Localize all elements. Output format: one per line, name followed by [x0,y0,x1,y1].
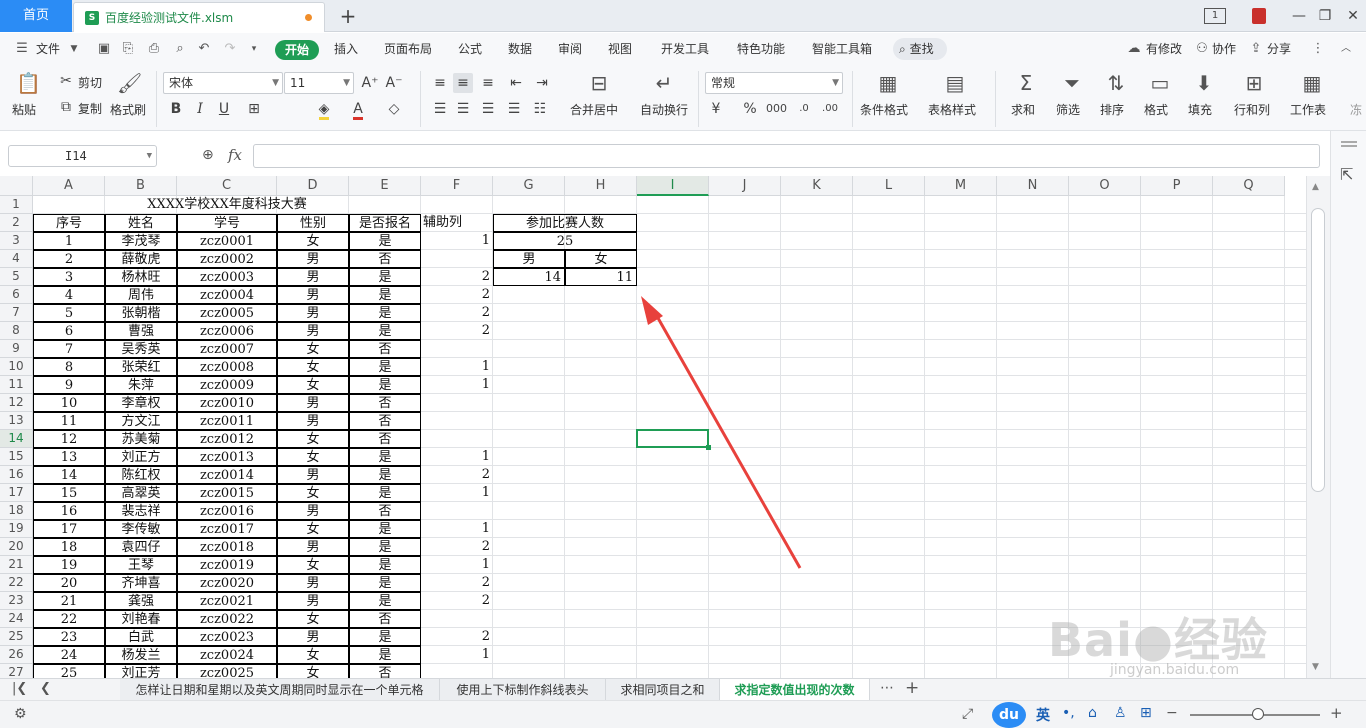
watermark-brand-cn: 经验 [1174,613,1269,667]
baidu-watermark: Bai●经验 [1048,604,1268,670]
status-bar: ⚙ du 英 ⤢ •, ⌂ ♙ ⊞ − + [0,700,1366,728]
paw-icon: ● [1132,613,1175,667]
sheet-tab[interactable]: 怎样让日期和星期以及英文周期同时显示在一个单元格 [120,679,440,701]
scroll-down-icon[interactable]: ▼ [1312,662,1319,672]
zoom-in-icon[interactable]: + [1330,704,1343,722]
add-sheet-button[interactable]: + [905,678,919,698]
sheet-tab[interactable]: 使用上下标制作斜线表头 [440,679,606,701]
scroll-up-icon[interactable]: ▲ [1312,182,1319,192]
sheet-tab-bar: |❮ ❮ ⋯ + 怎样让日期和星期以及英文周期同时显示在一个单元格 使用上下标制作… [0,678,1366,701]
sheet-tab[interactable]: 求指定数值出现的次数 [720,679,870,701]
first-sheet-icon[interactable]: |❮ [12,681,27,696]
scroll-thumb[interactable] [1311,208,1325,492]
zoom-slider-handle[interactable] [1252,708,1264,720]
punctuation-icon[interactable]: •, [1062,705,1075,721]
fullscreen-icon[interactable]: ⤢ [962,706,973,722]
baidu-input-icon[interactable]: du [992,702,1026,728]
arrow-shaft [652,310,802,569]
user-icon[interactable]: ♙ [1114,705,1127,721]
macro-record-icon[interactable]: ⚙ [14,706,27,722]
toolbox-icon[interactable]: ⌂ [1088,705,1097,721]
prev-sheet-icon[interactable]: ❮ [40,681,51,696]
sheet-tab[interactable]: 求相同项目之和 [606,679,720,701]
zoom-out-icon[interactable]: − [1166,705,1178,721]
watermark-brand: Bai [1048,613,1133,667]
vertical-scrollbar[interactable]: ▲ ▼ [1306,176,1330,678]
select-cursor-icon[interactable]: ⇱ [1340,165,1353,184]
panel-handle-icon[interactable] [1341,141,1357,143]
ime-lang[interactable]: 英 [1036,705,1050,725]
more-sheets-icon[interactable]: ⋯ [880,680,894,696]
right-side-panel: ⇱ [1330,131,1366,678]
grid-view-icon[interactable]: ⊞ [1140,705,1152,721]
watermark-url: jingyan.baidu.com [1110,662,1240,678]
